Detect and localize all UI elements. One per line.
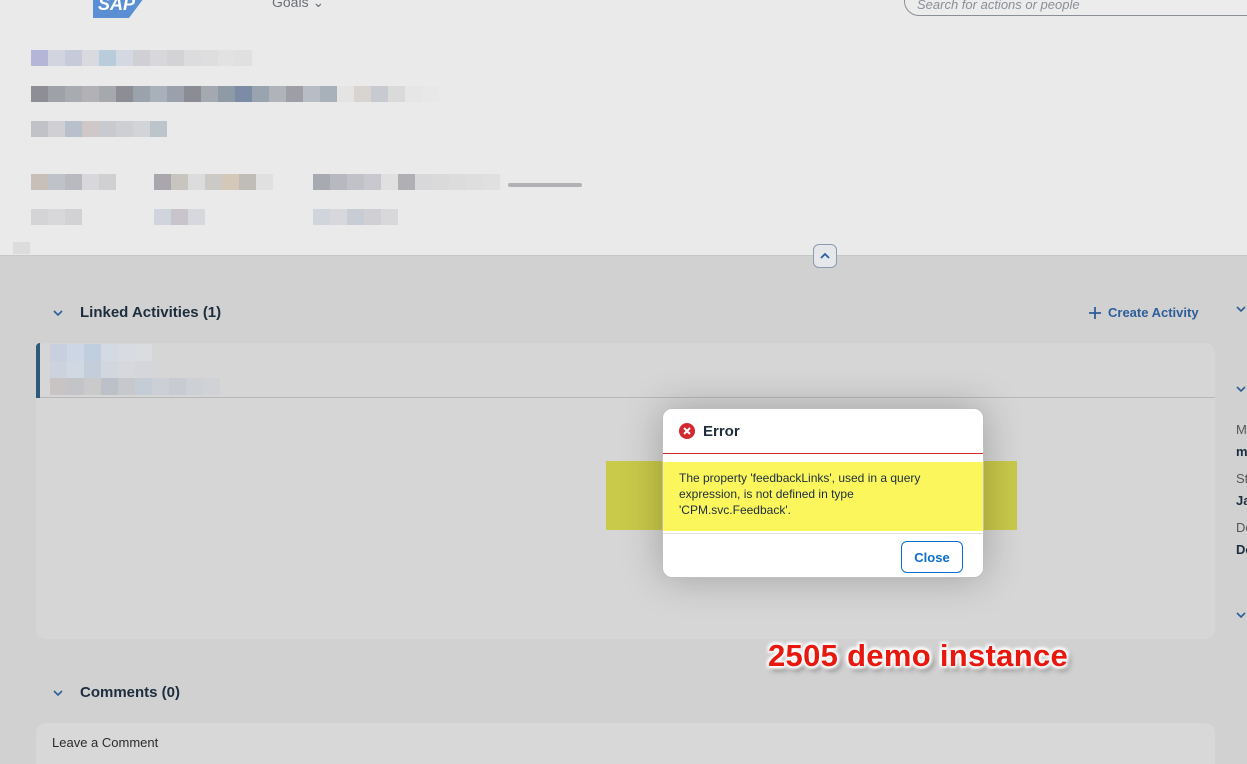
- chevron-down-icon: ⌄: [312, 0, 325, 10]
- redacted-value-3: [313, 209, 398, 225]
- redacted-activity-details: [50, 378, 220, 395]
- redacted-field-2: [154, 174, 273, 190]
- nav-goals-label: Goals: [272, 0, 309, 10]
- right-label-1: M: [1236, 422, 1247, 437]
- redacted-breadcrumb: [31, 50, 252, 66]
- redacted-activity-meta: [50, 361, 152, 378]
- plus-icon: [1089, 306, 1101, 319]
- dialog-footer: Close: [663, 533, 983, 577]
- redacted-title: [31, 86, 439, 102]
- linked-activities-title: Linked Activities (1): [80, 304, 222, 321]
- chevron-down-icon[interactable]: [1235, 609, 1247, 621]
- comments-title: Comments (0): [80, 684, 181, 701]
- comment-placeholder: Leave a Comment: [52, 735, 159, 750]
- comments-header[interactable]: Comments (0): [52, 684, 180, 701]
- search-input[interactable]: Search for actions or people: [904, 0, 1247, 16]
- annotation-label: 2505 demo instance: [768, 638, 1069, 673]
- page-header: SAP Goals ⌄ Search for actions or people: [0, 0, 1247, 256]
- right-value-2: Ja: [1236, 493, 1247, 508]
- create-activity-label: Create Activity: [1108, 305, 1199, 320]
- chevron-down-icon[interactable]: [1235, 383, 1247, 395]
- redacted-marker: [13, 242, 30, 254]
- redacted-subtitle: [31, 121, 167, 137]
- collapse-header-button[interactable]: [813, 244, 837, 268]
- logo-text: SAP: [98, 0, 136, 14]
- chevron-down-icon: [53, 689, 63, 696]
- redacted-field-1: [31, 174, 116, 190]
- dialog-title: Error: [703, 422, 740, 440]
- create-activity-button[interactable]: Create Activity: [1088, 305, 1199, 320]
- chevron-down-icon[interactable]: [1235, 303, 1247, 315]
- progress-bar: [508, 183, 582, 187]
- error-dialog: Error The property 'feedbackLinks', used…: [662, 408, 984, 578]
- right-value-1: m: [1236, 444, 1247, 459]
- redacted-value-2: [154, 209, 205, 225]
- redacted-field-3: [313, 174, 500, 190]
- comment-input[interactable]: Leave a Comment: [36, 723, 1215, 764]
- dialog-header: Error: [663, 409, 983, 454]
- right-value-3: De: [1236, 542, 1247, 557]
- chevron-up-icon: [820, 252, 830, 259]
- right-label-2: St: [1236, 471, 1247, 486]
- nav-goals-menu[interactable]: Goals ⌄: [272, 0, 324, 11]
- linked-activities-header[interactable]: Linked Activities (1): [52, 304, 221, 321]
- redacted-value-1: [31, 209, 82, 225]
- right-label-3: De: [1236, 520, 1247, 535]
- close-button[interactable]: Close: [901, 541, 963, 573]
- search-placeholder: Search for actions or people: [917, 0, 1080, 12]
- redacted-activity-title: [50, 344, 152, 361]
- row-accent: [36, 343, 40, 398]
- chevron-down-icon: [53, 309, 63, 316]
- dialog-message: The property 'feedbackLinks', used in a …: [663, 462, 983, 531]
- error-icon: [679, 423, 695, 439]
- activity-row[interactable]: [36, 343, 1215, 398]
